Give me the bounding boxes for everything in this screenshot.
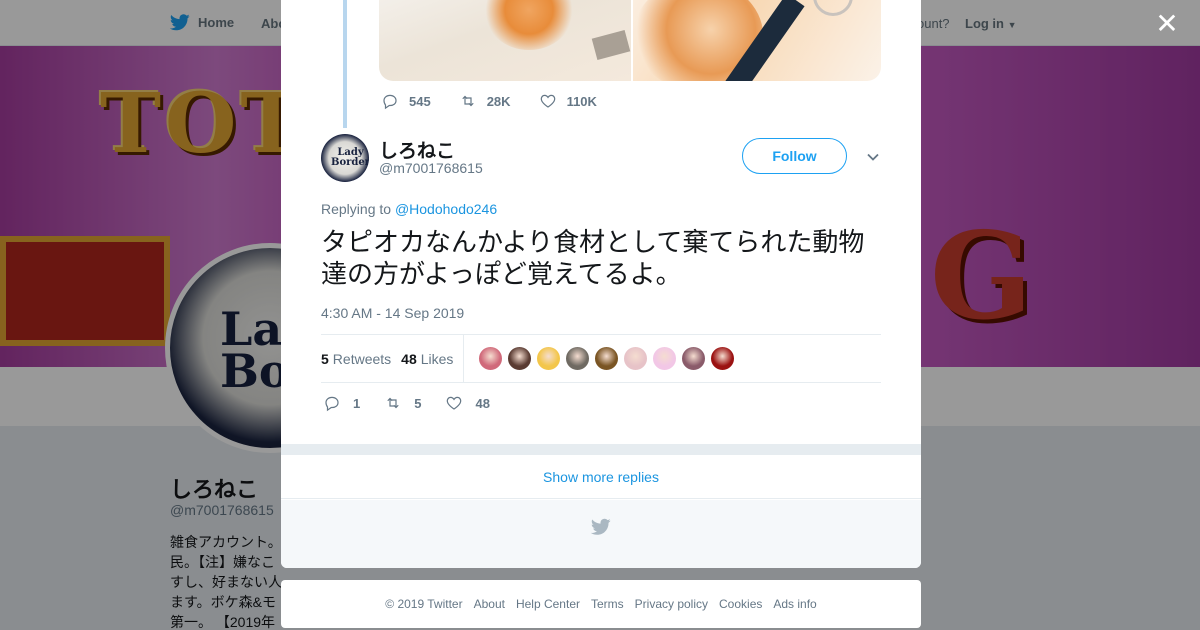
- site-footer: © 2019 Twitter About Help Center Terms Priva…: [281, 580, 921, 628]
- footer-link[interactable]: Terms: [591, 597, 624, 611]
- liker-avatar[interactable]: [507, 346, 533, 371]
- retweets-stat[interactable]: 5 Retweets: [321, 351, 391, 367]
- like-action[interactable]: 110K: [539, 92, 597, 110]
- author-name[interactable]: しろねこ: [379, 136, 455, 163]
- like-action[interactable]: 48: [445, 394, 490, 412]
- liker-avatar[interactable]: [623, 346, 649, 371]
- author-handle[interactable]: @m7001768615: [379, 160, 483, 176]
- liker-avatar[interactable]: [478, 346, 504, 371]
- reply-count: 1: [353, 395, 361, 411]
- twitter-bird-icon: [590, 518, 611, 536]
- show-more-replies-link[interactable]: Show more replies: [281, 455, 921, 499]
- reply-icon: [325, 396, 339, 412]
- retweet-icon: [462, 95, 474, 107]
- reply-action[interactable]: 1: [323, 394, 360, 412]
- reply-icon: [383, 94, 397, 110]
- heart-icon: [447, 396, 462, 410]
- footer-link[interactable]: Cookies: [719, 597, 762, 611]
- replying-prefix: Replying to: [321, 201, 392, 217]
- tweet-modal: 545 28K 110K Lady Border しろねこ @m70017686…: [281, 0, 921, 568]
- liker-avatar[interactable]: [710, 346, 736, 371]
- liker-avatar[interactable]: [652, 346, 678, 371]
- retweet-count: 5: [414, 395, 422, 411]
- retweet-icon: [387, 397, 399, 409]
- like-count: 48: [475, 395, 490, 411]
- retweet-action[interactable]: 28K: [459, 92, 511, 110]
- tweet-text: タピオカなんかより食材として棄てられた動物達の方がよっぽど覚えてるよ。: [321, 228, 865, 290]
- tweet-stats: 5 Retweets 48 Likes: [321, 334, 881, 383]
- liker-avatar[interactable]: [565, 346, 591, 371]
- author-avatar[interactable]: Lady Border: [321, 134, 369, 182]
- media-image-2[interactable]: [633, 0, 881, 81]
- retweet-count: 28K: [486, 93, 511, 109]
- reply-count: 545: [409, 93, 431, 109]
- footer-link[interactable]: Privacy policy: [635, 597, 708, 611]
- footer-link[interactable]: Ads info: [773, 597, 816, 611]
- retweets-stat-count: 5: [321, 350, 329, 367]
- thread-connector: [343, 0, 347, 128]
- stats-divider: [463, 334, 465, 383]
- likes-stat[interactable]: 48 Likes: [401, 351, 453, 367]
- chevron-down-icon: [867, 153, 879, 161]
- parent-tweet-media[interactable]: [379, 0, 881, 81]
- replying-to: Replying to @Hodohodo246: [321, 201, 497, 217]
- tweet-timestamp[interactable]: 4:30 AM - 14 Sep 2019: [321, 305, 464, 321]
- retweet-action[interactable]: 5: [384, 394, 421, 412]
- section-divider: [281, 444, 921, 455]
- copyright-text: © 2019 Twitter: [385, 597, 463, 611]
- parent-tweet-actions: 545 28K 110K: [381, 92, 625, 110]
- follow-button[interactable]: Follow: [742, 138, 847, 174]
- close-icon[interactable]: ✕: [1154, 10, 1180, 38]
- like-count: 110K: [566, 93, 597, 109]
- tweet-actions: 1 5 48: [323, 394, 514, 412]
- heart-icon: [540, 94, 555, 108]
- replying-to-link[interactable]: @Hodohodo246: [395, 201, 497, 217]
- liker-avatar[interactable]: [536, 346, 562, 371]
- footer-link[interactable]: About: [474, 597, 505, 611]
- liker-avatar[interactable]: [594, 346, 620, 371]
- tweet-menu-button[interactable]: [866, 150, 880, 164]
- footer-link[interactable]: Help Center: [516, 597, 580, 611]
- author-avatar-text: Lady Border: [331, 147, 369, 168]
- reply-action[interactable]: 545: [381, 92, 431, 110]
- retweets-stat-label: Retweets: [332, 350, 392, 367]
- likes-stat-count: 48: [401, 350, 417, 367]
- media-image-1[interactable]: [379, 0, 631, 81]
- liker-avatar[interactable]: [681, 346, 707, 371]
- liker-avatars: [478, 346, 736, 371]
- likes-stat-label: Likes: [420, 350, 454, 367]
